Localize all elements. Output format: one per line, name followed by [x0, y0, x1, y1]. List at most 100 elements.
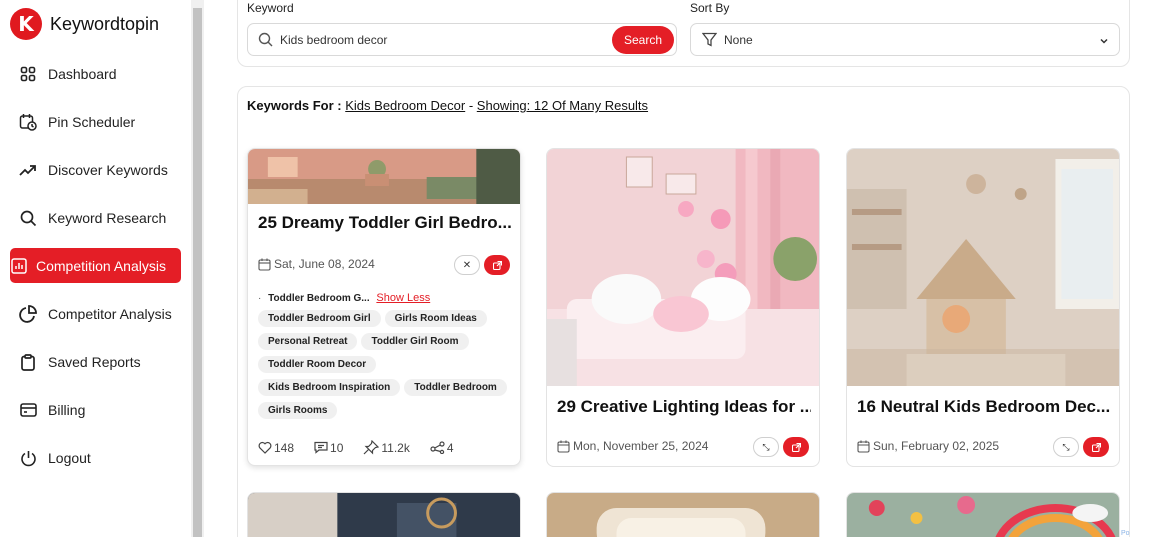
pin-thumbnail [847, 149, 1119, 386]
pin-title[interactable]: 29 Creative Lighting Ideas for ... [557, 397, 811, 417]
pin-thumbnail [547, 149, 819, 386]
pin-stats: 148 10 11.2k 4 [258, 440, 474, 455]
bar-chart-icon [10, 256, 28, 276]
pin-date-text: Sun, February 02, 2025 [873, 439, 1000, 453]
sidebar-scrollbar[interactable] [191, 0, 204, 537]
sidebar-item-keyword-research[interactable]: Keyword Research [10, 200, 181, 236]
sidebar-item-label: Keyword Research [48, 210, 167, 226]
results-count-link[interactable]: Showing: 12 Of Many Results [477, 98, 648, 113]
sidebar-item-label: Dashboard [48, 66, 117, 82]
tag[interactable]: Kids Bedroom Inspiration [258, 379, 401, 396]
open-pin-button[interactable] [484, 255, 510, 275]
search-button[interactable]: Search [612, 26, 674, 54]
sidebar-item-pin-scheduler[interactable]: Pin Scheduler [10, 104, 181, 140]
sidebar: K Keywordtopin Dashboard Pin Scheduler D… [0, 0, 192, 537]
comment-icon [314, 441, 328, 454]
open-pin-button[interactable] [1083, 437, 1109, 457]
pie-chart-icon [18, 304, 38, 324]
pin-title[interactable]: 25 Dreamy Toddler Girl Bedro... [258, 213, 512, 233]
pin-card[interactable]: 25 Dreamy Toddler Girl Bedro... Sat, Jun… [247, 148, 521, 466]
tag[interactable]: Personal Retreat [258, 333, 358, 350]
share-icon [430, 441, 445, 454]
corner-label: Po [1121, 530, 1130, 537]
tag[interactable]: Toddler Bedroom Girl [258, 310, 381, 327]
pin-card[interactable]: 16 Neutral Kids Bedroom Dec... Sun, Febr… [846, 148, 1120, 467]
sidebar-item-label: Billing [48, 402, 86, 418]
keyword-label: Keyword [247, 1, 294, 15]
pin-card[interactable] [247, 492, 521, 537]
saves-stat: 11.2k [363, 440, 419, 455]
power-icon [18, 448, 38, 468]
tag: Toddler Bedroom G... [268, 293, 370, 304]
pin-thumbnail [248, 149, 520, 204]
results-keyword-link[interactable]: Kids Bedroom Decor [345, 98, 465, 113]
chevron-down-icon [1098, 34, 1110, 52]
tag[interactable]: Toddler Room Decor [258, 356, 377, 373]
clipboard-icon [18, 352, 38, 372]
pin-date: Mon, November 25, 2024 [557, 439, 708, 453]
scrollbar-thumb[interactable] [193, 8, 202, 537]
saves-count: 11.2k [381, 440, 410, 455]
grid-icon [18, 64, 38, 84]
pin-card[interactable]: 29 Creative Lighting Ideas for ... Mon, … [546, 148, 820, 467]
search-icon [258, 32, 273, 52]
external-link-icon [492, 260, 502, 270]
sidebar-item-competition-analysis[interactable]: Competition Analysis [10, 248, 181, 283]
show-less-link[interactable]: Show Less [376, 292, 430, 304]
sidebar-item-saved-reports[interactable]: Saved Reports [10, 344, 181, 380]
tag[interactable]: Girls Rooms [258, 402, 338, 419]
tag[interactable]: Toddler Girl Room [361, 333, 469, 350]
likes-count: 148 [274, 440, 295, 455]
heart-icon [258, 441, 272, 454]
pin-card[interactable] [546, 492, 820, 537]
sort-by-select[interactable]: None [690, 23, 1120, 56]
calendar-icon [557, 440, 570, 453]
keyword-search-field[interactable]: Kids bedroom decor Search [247, 23, 677, 56]
external-link-icon [1091, 442, 1101, 452]
external-link-icon [791, 442, 801, 452]
sidebar-item-competitor-analysis[interactable]: Competitor Analysis [10, 296, 181, 332]
expand-button[interactable]: ⤡ [1053, 437, 1079, 457]
pin-thumbnail [547, 493, 819, 537]
close-icon: ✕ [462, 259, 472, 271]
sidebar-item-label: Saved Reports [48, 354, 141, 370]
collapse-button[interactable]: ✕ [454, 255, 480, 275]
expand-icon: ⤡ [762, 441, 770, 452]
tag[interactable]: Toddler Bedroom [404, 379, 507, 396]
pin-date-text: Sat, June 08, 2024 [274, 257, 375, 271]
search-input[interactable]: Kids bedroom decor [280, 33, 387, 47]
pin-thumbnail [248, 493, 520, 537]
pin-title[interactable]: 16 Neutral Kids Bedroom Dec... [857, 397, 1111, 417]
pin-date: Sat, June 08, 2024 [258, 257, 375, 271]
sort-by-label: Sort By [690, 1, 730, 15]
sidebar-item-label: Discover Keywords [48, 162, 168, 178]
comments-count: 10 [330, 440, 344, 455]
search-icon [18, 208, 38, 228]
shares-stat: 4 [430, 441, 464, 455]
likes-stat: 148 [258, 441, 304, 455]
sidebar-item-logout[interactable]: Logout [10, 440, 181, 476]
open-pin-button[interactable] [783, 437, 809, 457]
sidebar-item-label: Competitor Analysis [48, 306, 172, 322]
sidebar-item-dashboard[interactable]: Dashboard [10, 56, 181, 92]
sort-by-value: None [724, 33, 753, 47]
shares-count: 4 [446, 440, 454, 455]
pin-date: Sun, February 02, 2025 [857, 439, 999, 453]
sidebar-item-label: Pin Scheduler [48, 114, 136, 130]
sidebar-item-discover-keywords[interactable]: Discover Keywords [10, 152, 181, 188]
tag[interactable]: Girls Room Ideas [384, 310, 487, 327]
calendar-clock-icon [18, 112, 38, 132]
app-logo[interactable]: K Keywordtopin [10, 8, 159, 40]
credit-card-icon [18, 400, 38, 420]
filter-icon [701, 32, 718, 52]
comments-stat: 10 [314, 441, 353, 455]
expand-button[interactable]: ⤡ [753, 437, 779, 457]
results-prefix: Keywords For : [247, 98, 342, 113]
calendar-icon [857, 440, 870, 453]
pin-card[interactable] [846, 492, 1120, 537]
calendar-icon [258, 258, 271, 271]
app-name: Keywordtopin [50, 13, 160, 34]
pin-date-text: Mon, November 25, 2024 [573, 439, 709, 453]
sidebar-item-billing[interactable]: Billing [10, 392, 181, 428]
keyword-tags: · Toddler Bedroom G... Show Less Toddler… [258, 292, 512, 425]
